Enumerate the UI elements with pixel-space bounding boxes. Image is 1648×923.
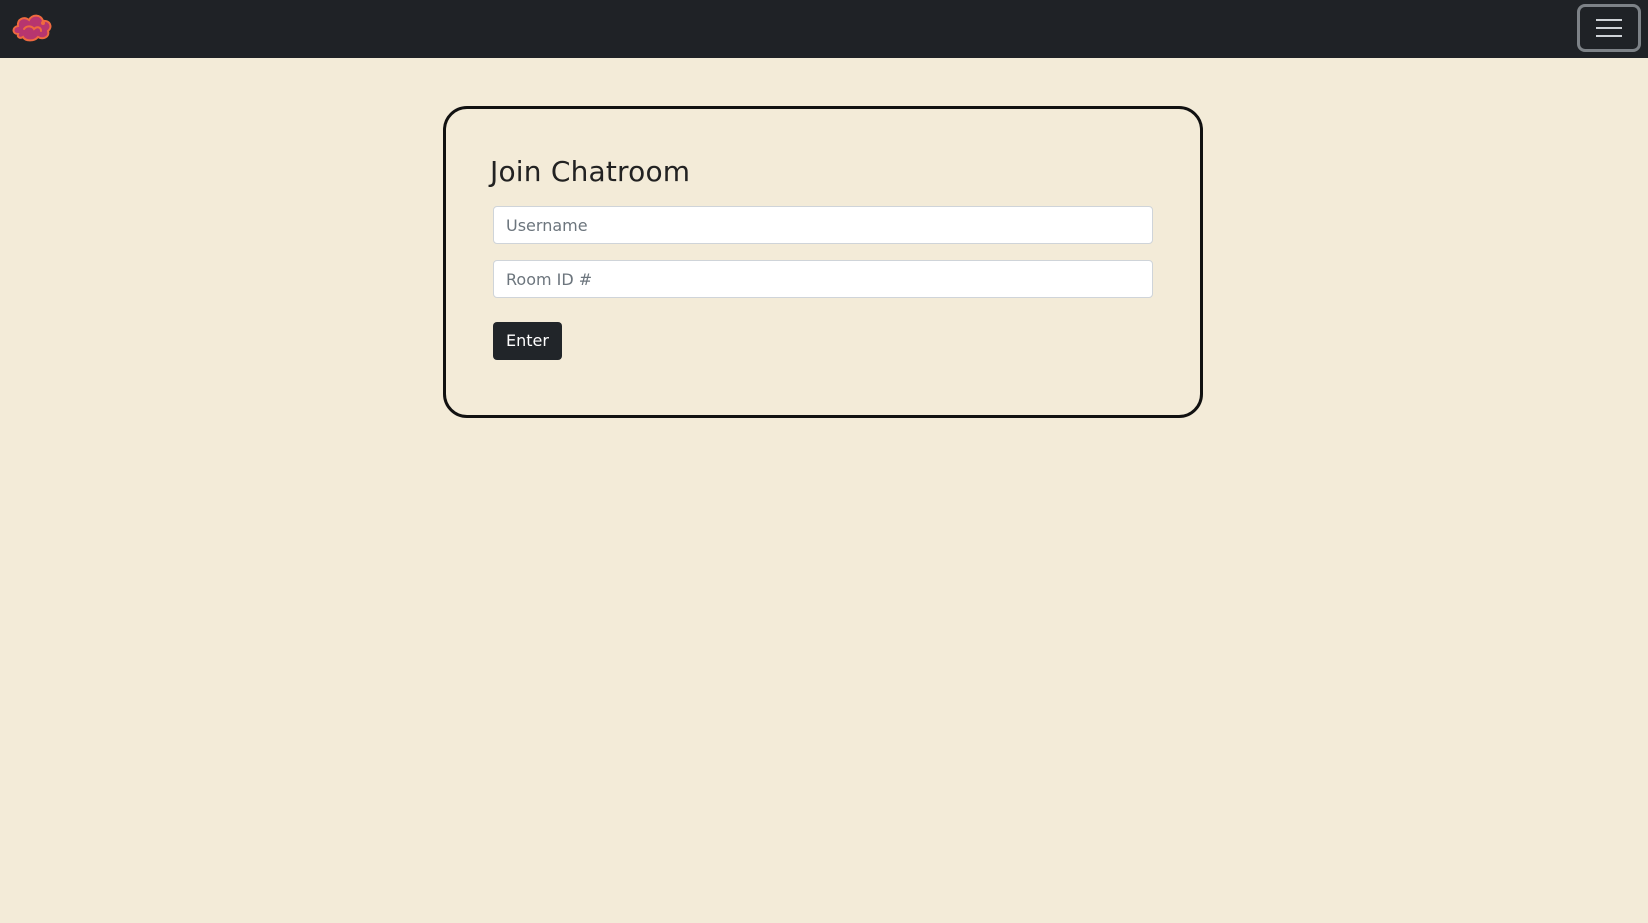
- top-navbar: [0, 0, 1648, 58]
- navbar-menu-toggle-button[interactable]: [1577, 4, 1641, 52]
- page-title: Join Chatroom: [490, 155, 691, 188]
- enter-button[interactable]: Enter: [493, 322, 562, 360]
- hamburger-menu-icon: [1595, 17, 1623, 39]
- room-id-input[interactable]: [493, 260, 1153, 298]
- username-input[interactable]: [493, 206, 1153, 244]
- cloud-logo-icon[interactable]: [10, 10, 54, 44]
